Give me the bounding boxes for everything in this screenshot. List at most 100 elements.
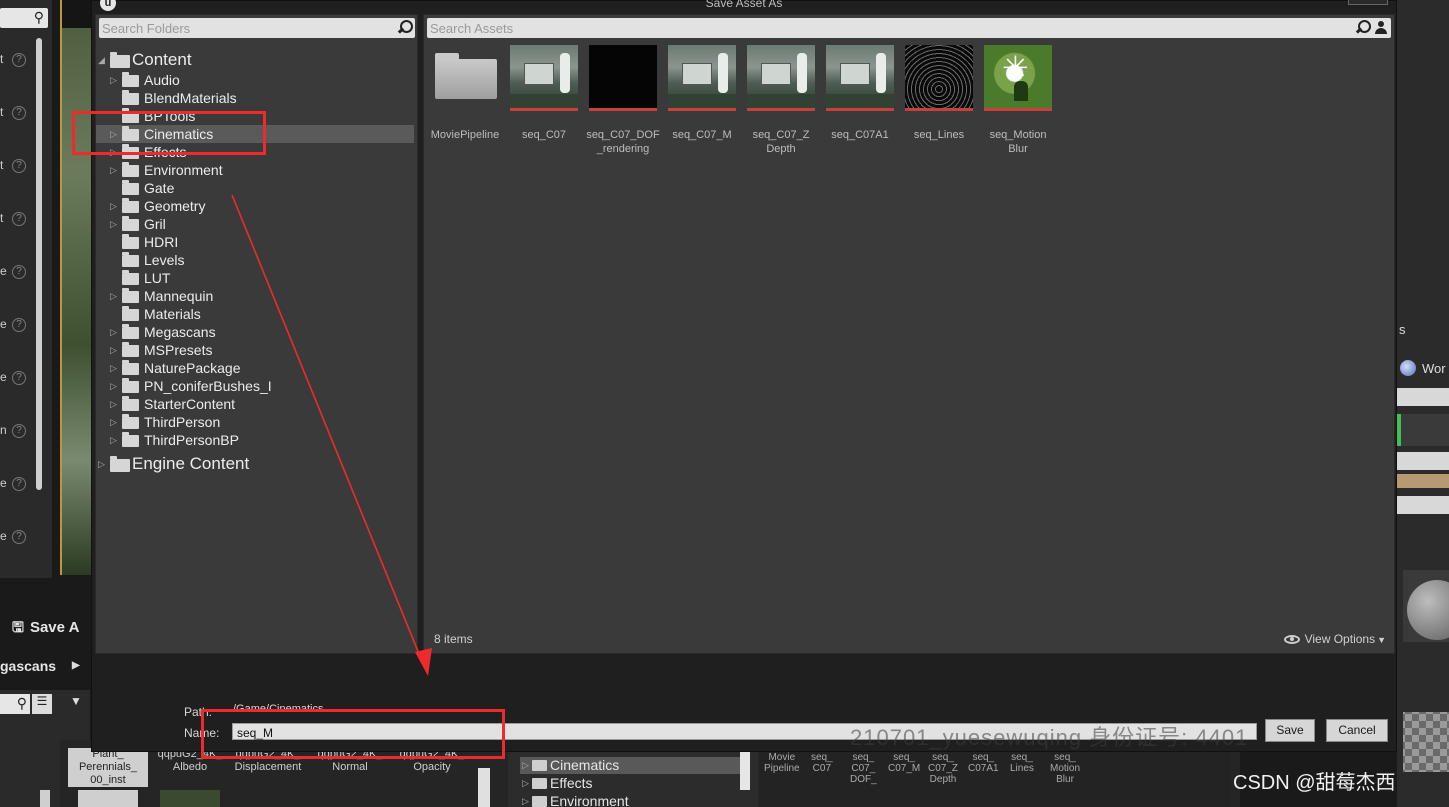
view-options-button[interactable]: View Options ▼ <box>1283 632 1386 646</box>
expanded-arrow-icon[interactable]: ◢ <box>98 50 105 70</box>
content-search-button[interactable]: ⚲ <box>0 694 30 714</box>
expand-arrow-icon[interactable]: ▷ <box>522 757 529 774</box>
asset-tile[interactable]: seq_C07_Z Depth <box>742 45 820 156</box>
thumbnail-fig <box>797 53 807 93</box>
details-search-field[interactable]: ⚲ <box>0 8 48 28</box>
bottom-asset-tile[interactable]: Plant_ Perennials_ 00_inst <box>68 748 148 787</box>
search-folders-input[interactable] <box>99 18 415 38</box>
help-icon[interactable]: ? <box>12 212 26 226</box>
folder-item-levels[interactable]: Levels <box>96 251 414 269</box>
folder-scrollbar[interactable] <box>740 748 750 790</box>
expand-arrow-icon[interactable]: ▷ <box>110 161 117 179</box>
expand-arrow-icon[interactable]: ▷ <box>98 454 105 474</box>
expand-arrow-icon[interactable]: ▷ <box>110 287 117 305</box>
world-item[interactable]: Wor <box>1400 360 1446 376</box>
outliner-row[interactable] <box>1397 474 1449 488</box>
help-icon[interactable]: ? <box>12 371 26 385</box>
scrollbar[interactable] <box>40 790 50 807</box>
bottom-folder-item[interactable]: ▷ Environment <box>520 793 740 807</box>
asset-tile[interactable]: seq_C07_M <box>663 45 741 142</box>
expand-arrow-icon[interactable]: ▷ <box>110 431 117 449</box>
folder-item-naturepackage[interactable]: ▷ NaturePackage <box>96 359 414 377</box>
tile-scrollbar[interactable] <box>478 768 490 807</box>
folder-item-engine-content[interactable]: ▷ Engine Content <box>96 454 414 474</box>
expand-arrow-icon[interactable]: ▷ <box>110 377 117 395</box>
filter-icon[interactable]: ▼ <box>70 694 82 708</box>
save-button[interactable]: Save <box>1265 719 1315 742</box>
folder-item-audio[interactable]: ▷ Audio <box>96 71 414 89</box>
folder-item-hdri[interactable]: HDRI <box>96 233 414 251</box>
help-icon[interactable]: ? <box>12 159 26 173</box>
asset-tile[interactable]: seq_Lines <box>900 45 978 142</box>
sequence-thumbnail <box>589 45 657 111</box>
bottom-asset-label[interactable]: seq_ Motion Blur <box>1050 752 1080 785</box>
folder-item-environment[interactable]: ▷ Environment <box>96 161 414 179</box>
close-button[interactable] <box>1348 0 1388 5</box>
help-icon[interactable]: ? <box>12 265 26 279</box>
outliner-row[interactable] <box>1397 452 1449 470</box>
save-current-button[interactable]: 🖫 Save A <box>12 617 79 641</box>
outliner-row[interactable] <box>1397 496 1449 514</box>
sequence-thumbnail <box>510 45 578 111</box>
help-icon[interactable]: ? <box>12 318 26 332</box>
folder-item-mannequin[interactable]: ▷ Mannequin <box>96 287 414 305</box>
folder-item-materials[interactable]: Materials <box>96 305 414 323</box>
details-scrollbar[interactable] <box>36 38 42 490</box>
search-assets-field[interactable] <box>427 18 1391 38</box>
expand-arrow-icon[interactable]: ▷ <box>110 71 117 89</box>
help-icon[interactable]: ? <box>12 530 26 544</box>
folder-item-blendmaterials[interactable]: BlendMaterials <box>96 89 414 107</box>
asset-tile[interactable]: seq_C07A1 <box>821 45 899 142</box>
folder-item-geometry[interactable]: ▷ Geometry <box>96 197 414 215</box>
bottom-asset-label[interactable]: seq_ C07 <box>811 752 833 774</box>
expand-arrow-icon[interactable]: ▷ <box>110 341 117 359</box>
folder-item-pn-coniferbushes-i[interactable]: ▷ PN_coniferBushes_I <box>96 377 414 395</box>
expand-arrow-icon[interactable]: ▷ <box>110 413 117 431</box>
expand-arrow-icon[interactable]: ▷ <box>522 793 529 807</box>
asset-tile[interactable]: MoviePipeline <box>426 45 504 142</box>
cancel-button[interactable]: Cancel <box>1326 719 1388 742</box>
folder-item-gril[interactable]: ▷ Gril <box>96 215 414 233</box>
bottom-asset-label[interactable]: Movie Pipeline <box>764 752 800 774</box>
expand-arrow-icon[interactable]: ▷ <box>522 775 529 792</box>
folder-item-thirdpersonbp[interactable]: ▷ ThirdPersonBP <box>96 431 414 449</box>
expand-arrow-icon[interactable]: ▷ <box>110 323 117 341</box>
search-assets-input[interactable] <box>427 18 1391 38</box>
help-icon[interactable]: ? <box>12 53 26 67</box>
bottom-asset-label[interactable]: seq_ C07_Z Depth <box>928 752 958 785</box>
asset-tile[interactable]: seq_C07 <box>505 45 583 142</box>
expand-arrow-icon[interactable]: ▷ <box>110 359 117 377</box>
bottom-asset-label[interactable]: seq_ C07_M <box>888 752 920 774</box>
expand-arrow-icon[interactable]: ▷ <box>110 215 117 233</box>
help-icon[interactable]: ? <box>12 477 26 491</box>
bottom-folder-item[interactable]: ▷ Effects <box>520 775 740 792</box>
bottom-asset-label[interactable]: seq_ C07A1 <box>968 752 999 774</box>
asset-label: seq_C07_DOF _rendering <box>586 129 660 155</box>
folder-panel: ◢Content▷AudioBlendMaterialsBPTools▷Cine… <box>95 14 418 654</box>
help-icon[interactable]: ? <box>12 424 26 438</box>
expand-arrow-icon[interactable]: ▷ <box>110 395 117 413</box>
bottom-asset-label[interactable]: seq_ Lines <box>1010 752 1034 774</box>
asset-tile[interactable]: seq_C07_DOF _rendering <box>584 45 662 156</box>
folder-item-lut[interactable]: LUT <box>96 269 414 287</box>
folder-item-mspresets[interactable]: ▷ MSPresets <box>96 341 414 359</box>
folder-item-thirdperson[interactable]: ▷ ThirdPerson <box>96 413 414 431</box>
user-watermark: 210701_yuesewuqing 身份证号: 4401 <box>850 725 1249 750</box>
expand-arrow-icon[interactable]: ▷ <box>110 197 117 215</box>
outliner-row-active[interactable] <box>1397 414 1449 446</box>
bottom-asset-label[interactable]: seq_ C07_ DOF_ <box>850 752 877 785</box>
folder-item-megascans[interactable]: ▷ Megascans <box>96 323 414 341</box>
search-folders-field[interactable] <box>99 18 415 38</box>
outliner-row[interactable] <box>1397 388 1449 406</box>
search-icon[interactable] <box>396 19 413 36</box>
list-view-icon[interactable]: ☰ <box>32 694 52 714</box>
folder-item-startercontent[interactable]: ▷ StarterContent <box>96 395 414 413</box>
search-icon[interactable] <box>1354 19 1371 36</box>
help-icon[interactable]: ? <box>12 106 26 120</box>
bottom-folder-item[interactable]: ▷ Cinematics <box>520 757 740 774</box>
folder-item-gate[interactable]: Gate <box>96 179 414 197</box>
folder-item-content[interactable]: ◢ Content <box>96 50 414 70</box>
person-icon[interactable] <box>1374 20 1388 35</box>
asset-tile[interactable]: seq_Motion Blur <box>979 45 1057 156</box>
breadcrumb-megascans[interactable]: gascans ▶ <box>0 658 80 674</box>
